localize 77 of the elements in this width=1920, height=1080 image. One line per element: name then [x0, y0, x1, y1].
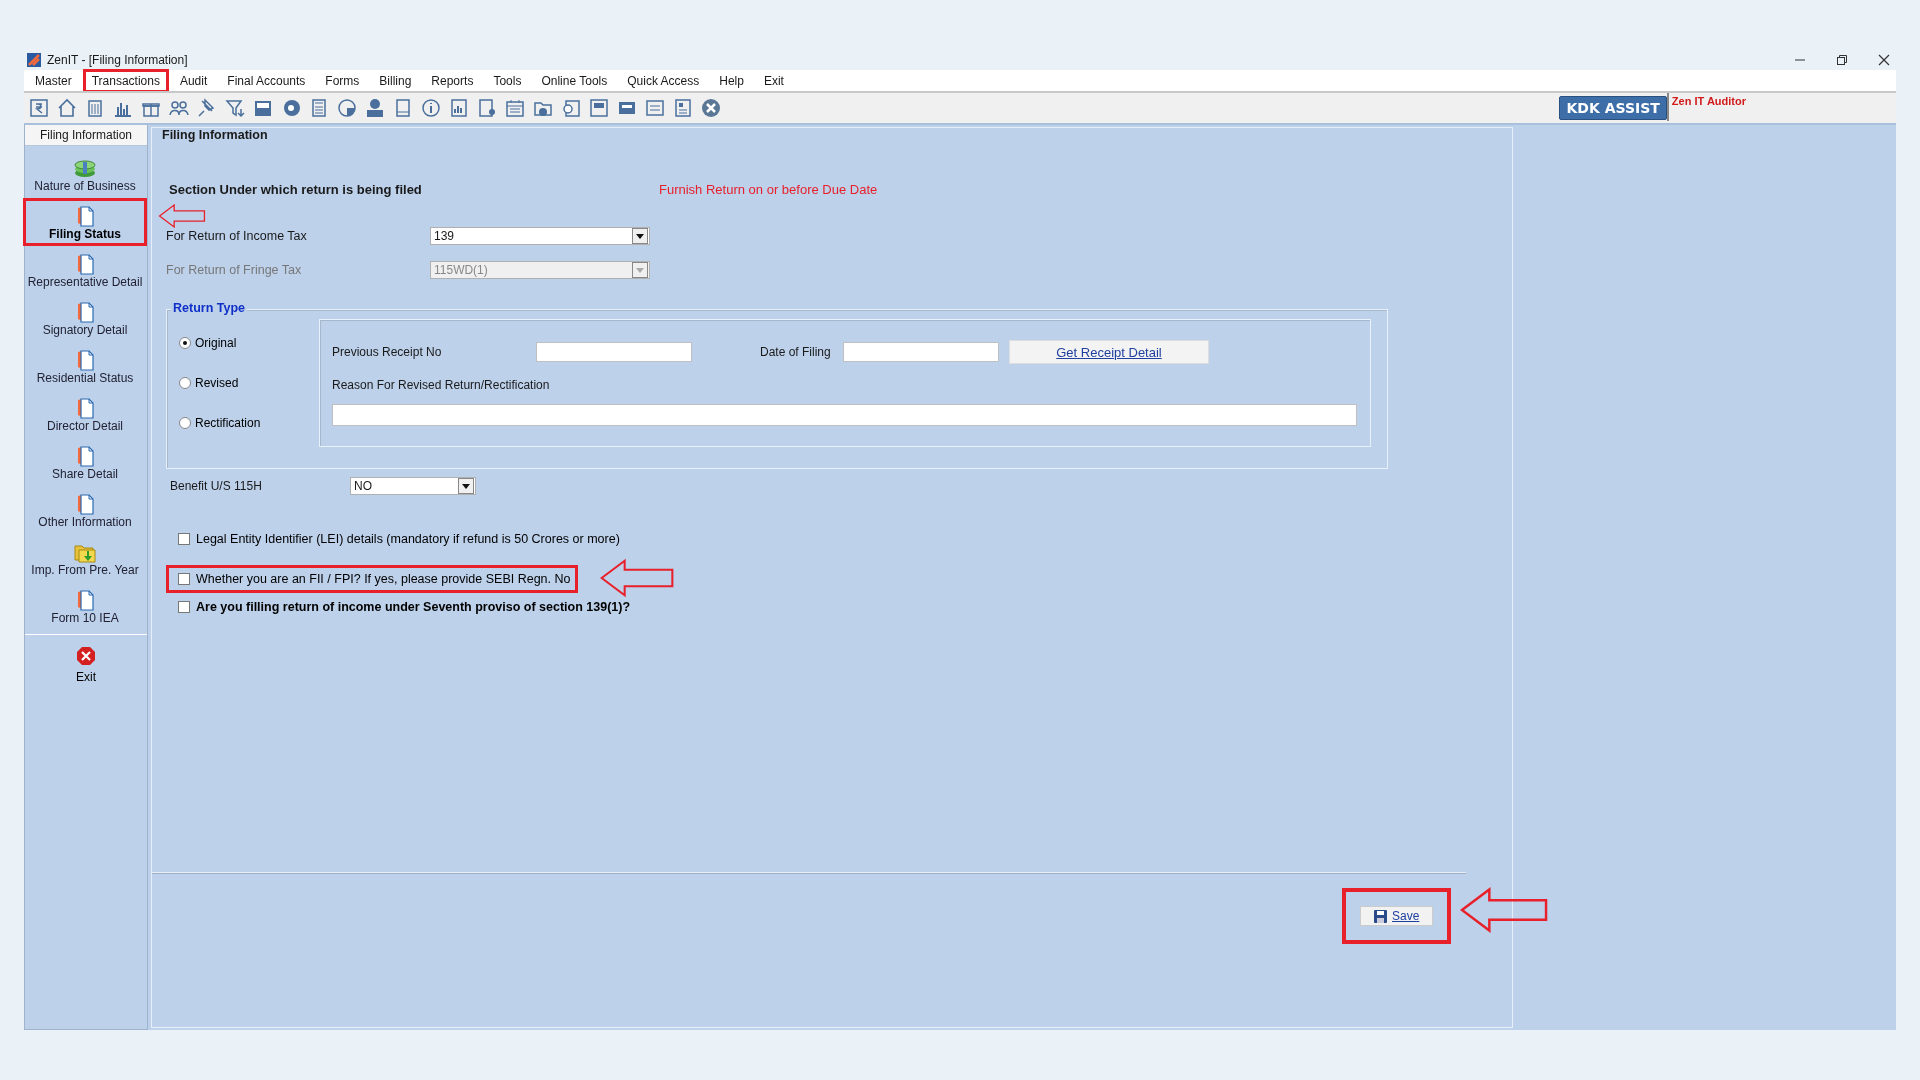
input-field[interactable] [536, 342, 692, 362]
window-title: ZenIT - [Filing Information] [47, 53, 188, 67]
field-label: Date of Filing [760, 345, 832, 359]
document-icon [75, 445, 95, 467]
calendar-icon[interactable] [504, 97, 526, 119]
save-button[interactable]: Save [1360, 906, 1434, 926]
document-icon [75, 589, 95, 611]
sidebar-item[interactable]: Nature of Business [23, 150, 147, 198]
checkbox-option[interactable]: Are you filling return of income under Seventh proviso of section 139(1)? [166, 593, 638, 621]
sidebar-item[interactable]: Representative Detail [23, 246, 147, 294]
document-icon [75, 205, 95, 227]
rupee-document-icon[interactable] [28, 97, 50, 119]
app-logo-icon [27, 53, 41, 67]
document-icon [75, 397, 95, 419]
sidebar-item[interactable]: Signatory Detail [23, 294, 147, 342]
filter-icon[interactable] [224, 97, 246, 119]
group-title: Return Type [171, 301, 247, 315]
info-icon[interactable] [420, 97, 442, 119]
sidebar-item[interactable]: Director Detail [23, 390, 147, 438]
document-icon [75, 349, 95, 371]
field-label: For Return of Fringe Tax [166, 263, 303, 277]
report-icon[interactable] [448, 97, 470, 119]
document-icon [75, 493, 95, 515]
dropdown[interactable]: 139 [430, 227, 650, 245]
home-icon[interactable] [56, 97, 78, 119]
menu-item[interactable]: Tools [484, 68, 531, 93]
input-field[interactable] [332, 404, 1357, 426]
checkbox-option[interactable]: Legal Entity Identifier (LEI) details (mandatory if refund is 50 Crores or more) [166, 525, 627, 553]
dropdown[interactable]: NO [350, 477, 476, 495]
sidebar-item[interactable]: Residential Status [23, 342, 147, 390]
form-icon[interactable] [644, 97, 666, 119]
menu-item[interactable]: Forms [316, 68, 369, 93]
document-icon [75, 253, 95, 275]
menu-item[interactable]: Final Accounts [218, 68, 315, 93]
field-label: Reason For Revised Return/Rectification [332, 378, 551, 392]
sidebar-item[interactable]: Other Information [23, 486, 147, 534]
close-icon[interactable] [1878, 54, 1890, 66]
restore-icon[interactable] [1836, 54, 1848, 66]
notice-text: Furnish Return on or before Due Date [659, 182, 878, 197]
product-label: Zen IT Auditor [1666, 93, 1746, 121]
menu-item[interactable]: Online Tools [532, 68, 617, 93]
menu-item[interactable]: Billing [370, 68, 421, 93]
section-heading: Section Under which return is being filed [168, 182, 423, 197]
close-icon [76, 646, 96, 666]
sidebar-item[interactable]: Form 10 IEA [23, 582, 147, 630]
menu-item[interactable]: Quick Access [618, 68, 709, 93]
user-document-icon[interactable] [476, 97, 498, 119]
get-receipt-button[interactable]: Get Receipt Detail [1009, 340, 1209, 364]
document-icon [75, 301, 95, 323]
input-field[interactable] [843, 342, 999, 362]
pie-chart-icon[interactable] [336, 97, 358, 119]
ledger-icon[interactable] [672, 97, 694, 119]
field-label: Previous Receipt No [332, 345, 443, 359]
caret-down-icon [636, 233, 644, 239]
menu-item[interactable]: Help [710, 68, 753, 93]
assist-button[interactable]: KDK ASSIST [1559, 96, 1667, 120]
search-document-icon[interactable] [560, 97, 582, 119]
radio-option[interactable]: Original [179, 336, 319, 350]
field-label: For Return of Income Tax [166, 229, 308, 243]
menu-item[interactable]: Audit [170, 68, 217, 93]
money-stack-icon [73, 159, 97, 179]
payment-icon[interactable] [364, 97, 386, 119]
sidebar-item[interactable]: Imp. From Pre. Year [23, 534, 147, 582]
sheet-icon[interactable] [588, 97, 610, 119]
caret-down-icon [636, 267, 644, 273]
sidebar-item[interactable]: Filing Status [23, 198, 147, 246]
exit-item[interactable]: Exit [25, 645, 147, 685]
sidebar-item[interactable]: Share Detail [23, 438, 147, 486]
field-label: Benefit U/S 115H [169, 479, 263, 493]
menu-item[interactable]: Master [26, 68, 81, 93]
checkbox-option[interactable]: Whether you are an FII / FPI? If yes, please provide SEBI Regn. No [166, 565, 578, 593]
radio-option[interactable]: Revised [179, 376, 319, 390]
sidebar-header: Filing Information [25, 125, 147, 146]
caret-down-icon [462, 483, 470, 489]
menu-item[interactable]: Reports [422, 68, 483, 93]
menu-item[interactable]: Exit [754, 68, 793, 93]
radio-option[interactable]: Rectification [179, 416, 319, 430]
